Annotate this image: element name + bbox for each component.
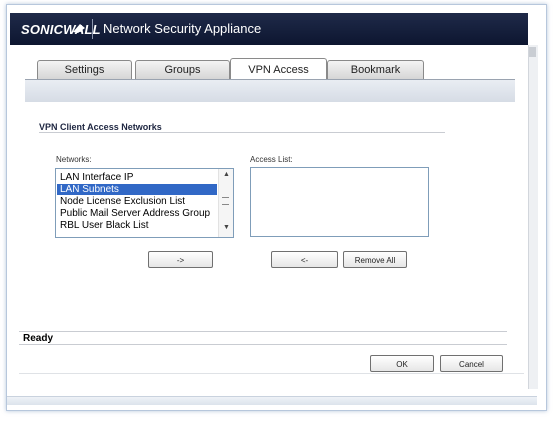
header-title: Network Security Appliance <box>103 21 262 36</box>
window-scrollbar-thumb[interactable] <box>529 47 536 57</box>
tab-subbar <box>25 79 515 102</box>
list-item[interactable]: Public Mail Server Address Group <box>57 208 217 219</box>
window-scrollbar[interactable] <box>528 45 538 389</box>
cancel-button[interactable]: Cancel <box>440 355 503 372</box>
access-list-label: Access List: <box>250 155 293 164</box>
remove-all-button[interactable]: Remove All <box>343 251 407 268</box>
listbox-scrollbar[interactable]: ▲ ▼ <box>218 169 233 237</box>
list-item[interactable]: LAN Interface IP <box>57 172 217 183</box>
window-bottom-edge <box>7 396 537 405</box>
list-item-selected[interactable]: LAN Subnets <box>57 184 217 195</box>
section-title: VPN Client Access Networks <box>39 122 162 132</box>
section-divider <box>39 132 445 133</box>
scroll-grip-icon[interactable] <box>222 197 229 205</box>
sonicwall-logo: SONICWALL <box>21 22 101 37</box>
networks-listbox[interactable]: LAN Interface IP LAN Subnets Node Licens… <box>55 168 234 238</box>
scroll-up-arrow-icon[interactable]: ▲ <box>223 171 230 178</box>
status-bar: Ready <box>19 331 507 345</box>
tab-bookmark[interactable]: Bookmark <box>327 60 424 80</box>
footer-divider <box>19 373 524 374</box>
remove-from-access-list-button[interactable]: <- <box>271 251 338 268</box>
networks-label: Networks: <box>56 155 92 164</box>
list-item[interactable]: RBL User Black List <box>57 220 217 231</box>
add-to-access-list-button[interactable]: -> <box>148 251 213 268</box>
status-text: Ready <box>23 333 54 344</box>
header-divider <box>92 19 93 39</box>
tab-vpn-access[interactable]: VPN Access <box>230 58 327 81</box>
scroll-down-arrow-icon[interactable]: ▼ <box>223 224 230 231</box>
tab-settings[interactable]: Settings <box>37 60 132 80</box>
logo-swoosh-icon <box>73 24 85 33</box>
list-item[interactable]: Node License Exclusion List <box>57 196 217 207</box>
app-header: SONICWALL Network Security Appliance <box>10 13 528 45</box>
tab-bar: Settings Groups VPN Access Bookmark <box>25 58 515 81</box>
tab-groups[interactable]: Groups <box>135 60 230 80</box>
ok-button[interactable]: OK <box>370 355 434 372</box>
access-list-listbox[interactable] <box>250 167 429 237</box>
